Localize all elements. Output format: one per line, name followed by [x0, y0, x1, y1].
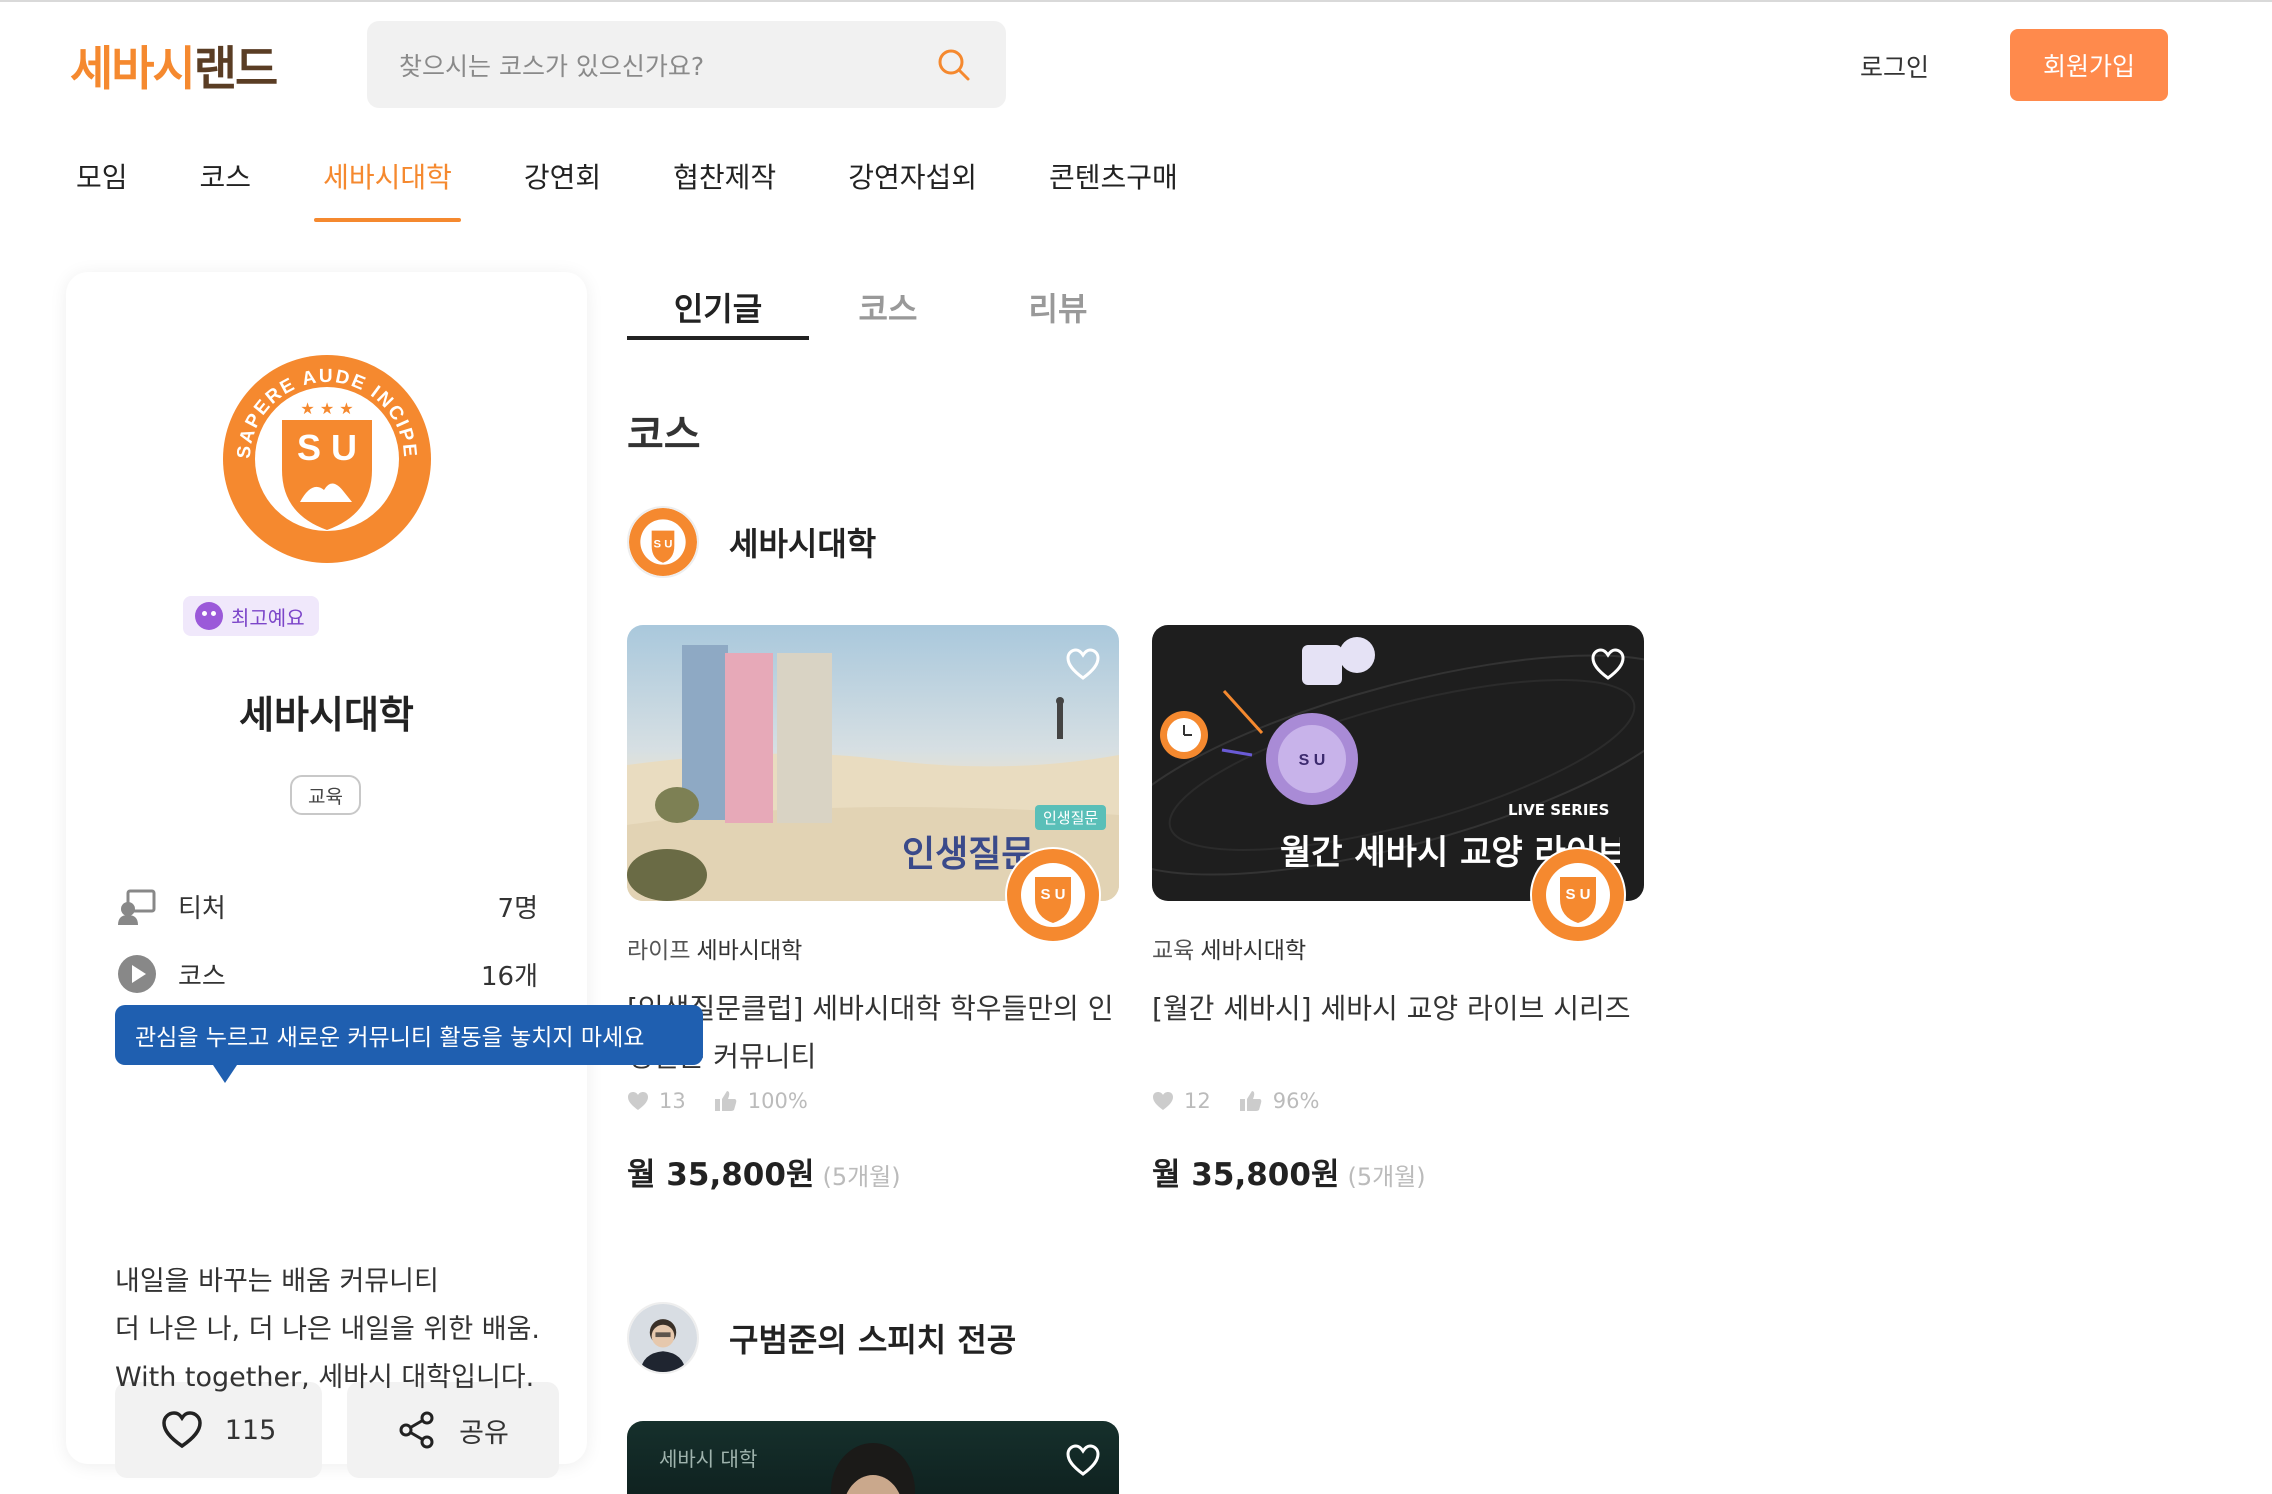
stat-teacher-label: 티처 [178, 893, 226, 924]
teacher-icon [118, 889, 156, 925]
heart-small-icon [1153, 1092, 1173, 1110]
rating-badge: 최고예요 [183, 596, 319, 636]
nav-item-sponsorship[interactable]: 협찬제작 [673, 150, 776, 222]
content-tabs: 인기글 코스 리뷰 [627, 272, 1137, 340]
login-link[interactable]: 로그인 [1860, 48, 1929, 84]
course-rating: 96% [1272, 1089, 1320, 1113]
tab-review[interactable]: 리뷰 [967, 272, 1149, 340]
course-like-count: 12 [1184, 1089, 1211, 1113]
course-stats: 12 96% [1152, 1089, 1644, 1113]
favorite-icon[interactable] [1065, 647, 1101, 681]
course-host: 세바시대학 [1200, 938, 1307, 964]
nav-item-speaker[interactable]: 강연자섭외 [848, 150, 977, 222]
favorite-icon[interactable] [1065, 1443, 1101, 1477]
search-input[interactable]: 찾으시는 코스가 있으신가요? [399, 47, 934, 83]
share-label: 공유 [459, 1417, 509, 1449]
course-card[interactable]: 인생질문 인생질문 S U 라이프 세바시대학 [인생질문클럽] 세바시대학 학우… [627, 625, 1119, 1194]
svg-text:S U: S U [654, 539, 673, 551]
thumbnail-title: 세바시 대학 [659, 1447, 758, 1471]
course-card[interactable]: S U LIVE SERIES 월간 세바시 교양 라이브 S U 교육 세바시대… [1152, 625, 1644, 1194]
logo-text-secondary: 랜드 [193, 41, 278, 97]
course-period: (5개월) [822, 1163, 901, 1191]
nav-item-meeting[interactable]: 모임 [76, 150, 128, 222]
course-category: 교육 [1152, 938, 1195, 964]
thumbnail-tag: 인생질문 [1035, 805, 1107, 830]
stat-teacher: 티처 7명 [116, 884, 538, 928]
profile-description: 내일을 바꾸는 배움 커뮤니티 더 나은 나, 더 나은 내일을 위한 배움. … [115, 1258, 540, 1402]
stat-teacher-value: 7명 [497, 893, 538, 924]
rating-badge-label: 최고예요 [231, 605, 305, 630]
tab-course[interactable]: 코스 [797, 272, 979, 340]
course-stats: 13 100% [627, 1089, 1119, 1113]
nav-item-lecture[interactable]: 강연회 [524, 150, 601, 222]
profile-name: 세바시대학 [239, 693, 414, 737]
host-name: 구범준의 스피치 전공 [729, 1321, 1017, 1359]
heart-icon [161, 1411, 202, 1449]
course-price: 월 35,800원 (5개월) [627, 1149, 1119, 1194]
svg-text:S U: S U [1040, 886, 1065, 903]
avatar [627, 1302, 699, 1374]
signup-button[interactable]: 회원가입 [2010, 29, 2168, 101]
course-period: (5개월) [1347, 1163, 1426, 1191]
course-price: 월 35,800원 (5개월) [1152, 1149, 1644, 1194]
main-nav: 모임 코스 세바시대학 강연회 협찬제작 강연자섭외 콘텐츠구매 [40, 150, 1214, 222]
host-name: 세바시대학 [729, 525, 877, 563]
section-title: 코스 [627, 412, 701, 458]
description-line: With together, 세바시 대학입니다. [115, 1362, 535, 1393]
thumbnail-tag: LIVE SERIES [1508, 801, 1610, 819]
course-price-amount: 월 35,800원 [1152, 1157, 1340, 1193]
university-emblem-small: S U [1005, 847, 1101, 943]
logo[interactable]: 세바시 랜드 [70, 36, 278, 97]
svg-text:S U: S U [297, 427, 357, 468]
category-tag: 교육 [290, 775, 361, 815]
nav-item-content-purchase[interactable]: 콘텐츠구매 [1049, 150, 1178, 222]
host-header[interactable]: 구범준의 스피치 전공 [627, 1302, 1016, 1374]
thumbs-up-icon [1239, 1091, 1262, 1111]
thumbs-up-icon [714, 1091, 737, 1111]
stat-course-value: 16개 [480, 961, 538, 992]
course-title[interactable]: [월간 세바시] 세바시 교양 라이브 시리즈 [1152, 985, 1644, 1081]
like-tooltip: 관심을 누르고 새로운 커뮤니티 활동을 놓치지 마세요 [115, 1005, 703, 1083]
host-header[interactable]: S U 세바시대학 [627, 506, 876, 578]
course-category: 라이프 [627, 938, 691, 964]
course-price-amount: 월 35,800원 [627, 1157, 815, 1193]
course-like-count: 13 [659, 1089, 686, 1113]
play-icon [118, 955, 156, 993]
course-thumbnail: 세바시 대학 [627, 1421, 1119, 1494]
like-count: 115 [224, 1414, 277, 1446]
description-line: 내일을 바꾸는 배움 커뮤니티 [115, 1266, 439, 1297]
stat-course: 코스 16개 [116, 952, 538, 996]
tab-popular[interactable]: 인기글 [627, 272, 809, 340]
course-card[interactable]: 세바시 대학 [627, 1421, 1119, 1494]
avatar: S U [627, 506, 699, 578]
course-host: 세바시대학 [696, 938, 803, 964]
smile-icon [195, 602, 223, 630]
svg-text:S U: S U [1565, 886, 1590, 903]
top-border [0, 0, 2272, 2]
svg-text:★ ★ ★: ★ ★ ★ [300, 399, 353, 418]
search-box[interactable]: 찾으시는 코스가 있으신가요? [367, 21, 1006, 108]
logo-text-primary: 세바시 [70, 41, 196, 97]
nav-item-course[interactable]: 코스 [200, 150, 252, 222]
course-rating: 100% [747, 1089, 808, 1113]
favorite-icon[interactable] [1590, 647, 1626, 681]
description-line: 더 나은 나, 더 나은 내일을 위한 배움. [115, 1314, 541, 1345]
speaker-photo [831, 1443, 915, 1494]
share-icon [399, 1411, 434, 1449]
search-icon[interactable] [934, 45, 974, 85]
stat-course-label: 코스 [178, 961, 226, 992]
svg-text:S U: S U [1299, 752, 1326, 769]
university-emblem: SAPERE AUDE INCIPE 세바시대학 ★ ★ ★ S U [223, 355, 431, 563]
university-emblem-small: S U [1530, 847, 1626, 943]
nav-item-sebasi-university[interactable]: 세바시대학 [314, 150, 461, 222]
heart-small-icon [628, 1092, 648, 1110]
